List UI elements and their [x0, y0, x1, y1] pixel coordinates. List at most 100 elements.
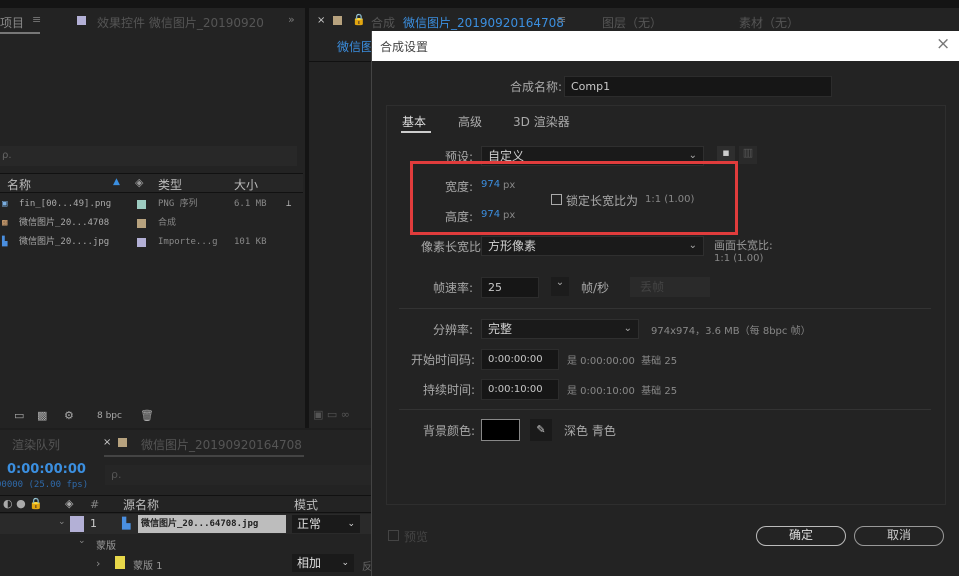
- delete-preset-icon[interactable]: ▥: [739, 146, 757, 164]
- mask-color-swatch[interactable]: [115, 556, 125, 569]
- tab-timeline-comp[interactable]: 微信图片_20190920164708: [141, 436, 302, 453]
- pixel-aspect-select[interactable]: 方形像素 ⌄: [481, 236, 704, 256]
- sort-ascending-icon[interactable]: ▲: [113, 177, 120, 187]
- expand-chevron-icon[interactable]: ›: [96, 557, 100, 570]
- resolution-select[interactable]: 完整 ⌄: [481, 319, 639, 339]
- frame-rate-input[interactable]: 25: [481, 277, 539, 298]
- height-label: 高度:: [444, 210, 473, 224]
- expand-chevron-icon[interactable]: ⌄: [78, 536, 86, 546]
- chevron-down-icon: ⌄: [341, 558, 349, 568]
- frame-aspect-label: 画面长宽比:: [714, 239, 773, 252]
- start-timecode-info: 是 0:00:00:00 基础 25: [567, 356, 678, 367]
- label-swatch: [137, 219, 146, 228]
- close-icon[interactable]: ×: [317, 15, 325, 26]
- tab-layer[interactable]: 图层（无）: [602, 14, 662, 31]
- project-footer: ▭ ▩ ⚙ 8 bpc 🗑: [0, 409, 160, 425]
- panel-menu-icon[interactable]: ≡: [557, 13, 566, 26]
- flowchart-icon[interactable]: ⊥: [286, 195, 291, 214]
- drop-frame-select[interactable]: 丢帧: [630, 277, 710, 297]
- comp-name-tab[interactable]: 微信图片_20190920164708: [403, 14, 564, 31]
- height-unit: px: [503, 210, 516, 221]
- lock-aspect-checkbox[interactable]: [551, 194, 562, 205]
- expand-chevron-icon[interactable]: ⌄: [58, 517, 66, 527]
- frame-rate-label: 帧速率:: [432, 281, 473, 295]
- tab-project[interactable]: 项目: [0, 14, 24, 31]
- tab-footage[interactable]: 素材（无）: [739, 14, 799, 31]
- background-color-label: 背景颜色:: [422, 424, 475, 438]
- eyedropper-icon[interactable]: ✎: [530, 419, 552, 441]
- preview-label: 预览: [404, 530, 429, 544]
- width-value[interactable]: 974: [481, 179, 500, 190]
- project-columns-header: 名称 ▲ ◈ 类型 大小: [0, 173, 303, 193]
- timeline-search-input[interactable]: ρ.: [105, 465, 371, 485]
- frame-rate-dropdown[interactable]: ⌄: [551, 277, 569, 296]
- label-tag-icon[interactable]: ◈: [135, 176, 143, 189]
- background-color-name: 深色 青色: [564, 424, 616, 438]
- column-source-name[interactable]: 源名称: [123, 496, 159, 513]
- list-item[interactable]: ▩ 微信图片_20...4708 合成: [0, 214, 303, 233]
- current-time[interactable]: 0:00:00:00: [7, 462, 86, 477]
- lock-aspect-label: 锁定长宽比为: [566, 194, 639, 208]
- layer-name[interactable]: 微信图片_20...64708.jpg: [138, 515, 286, 533]
- cancel-button[interactable]: 取消: [854, 526, 944, 546]
- comp-name-input[interactable]: Comp1: [564, 76, 832, 97]
- column-mode[interactable]: 模式: [294, 496, 318, 513]
- column-size[interactable]: 大小: [234, 176, 258, 193]
- blend-mode-select[interactable]: 正常 ⌄: [292, 515, 360, 533]
- interpret-footage-icon[interactable]: ⚙: [64, 409, 74, 422]
- tab-composition[interactable]: 合成: [371, 14, 395, 31]
- project-panel: 项目 ≡ 效果控件 微信图片_20190920 » ρ. 名称 ▲ ◈ 类型 大…: [0, 8, 305, 428]
- list-item[interactable]: ▙ 微信图片_20....jpg Importe...g 101 KB: [0, 233, 303, 252]
- close-icon[interactable]: ×: [103, 437, 111, 448]
- bit-depth-button[interactable]: 8 bpc: [97, 411, 122, 421]
- top-strip: [0, 0, 959, 8]
- resolution-info: 974x974，3.6 MB（每 8bpc 帧）: [651, 326, 811, 337]
- mask-mode-value: 相加: [297, 556, 322, 570]
- mask-name[interactable]: 蒙版 1: [133, 557, 163, 572]
- preview-checkbox[interactable]: [388, 530, 399, 541]
- project-search-input[interactable]: ρ.: [0, 146, 297, 166]
- list-item[interactable]: ▣ fin_[00...49].png PNG 序列 6.1 MB ⊥: [0, 195, 303, 214]
- settings-group: 基本 高级 3D 渲染器 预设: 自定义 ⌄ ▪ ▥ 宽度: 974 px 高度:…: [386, 105, 946, 505]
- image-file-icon: ▙: [122, 517, 131, 530]
- start-timecode-label: 开始时间码:: [410, 353, 475, 367]
- new-comp-icon[interactable]: ▩: [37, 409, 47, 422]
- tab-basic[interactable]: 基本: [402, 113, 426, 130]
- tab-effects-controls[interactable]: 效果控件 微信图片_20190920: [97, 14, 265, 31]
- height-value[interactable]: 974: [481, 209, 500, 220]
- overflow-icon[interactable]: »: [288, 13, 295, 26]
- mask-mode-select[interactable]: 相加 ⌄: [292, 554, 354, 572]
- background-color-swatch[interactable]: [481, 419, 520, 441]
- comp-subtab[interactable]: 微信图: [337, 38, 373, 55]
- column-name[interactable]: 名称: [7, 176, 31, 193]
- ok-button[interactable]: 确定: [756, 526, 846, 546]
- duration-input[interactable]: 0:00:10:00: [481, 379, 559, 400]
- label-tag-icon: ◈: [65, 497, 74, 510]
- close-icon[interactable]: ×: [936, 34, 950, 54]
- mask-group-label[interactable]: 蒙版: [96, 537, 116, 552]
- trash-icon[interactable]: 🗑: [140, 409, 154, 422]
- label-swatch: [77, 16, 86, 25]
- composition-icon: ▩: [2, 218, 8, 228]
- start-timecode-input[interactable]: 0:00:00:00: [481, 349, 559, 370]
- dialog-title: 合成设置: [380, 40, 429, 54]
- tab-underline: [0, 32, 40, 34]
- new-folder-icon[interactable]: ▭: [14, 409, 24, 422]
- column-type[interactable]: 类型: [158, 176, 182, 193]
- divider: [399, 409, 931, 410]
- label-swatch[interactable]: [70, 516, 84, 532]
- tab-advanced[interactable]: 高级: [458, 113, 482, 130]
- blend-mode-value: 正常: [297, 517, 322, 531]
- lock-icon[interactable]: 🔒: [352, 13, 366, 26]
- tab-render-queue[interactable]: 渲染队列: [12, 436, 60, 453]
- layer-row[interactable]: ⌄ 1 ▙ 微信图片_20...64708.jpg 正常 ⌄: [0, 514, 371, 534]
- width-label: 宽度:: [444, 180, 473, 194]
- drop-frame-value: 丢帧: [640, 280, 665, 294]
- divider: [309, 61, 371, 62]
- viewer-controls-icons[interactable]: ▣ ▭ ∞: [313, 408, 350, 421]
- comp-name-label: 合成名称:: [509, 80, 562, 94]
- tab-3d-renderer[interactable]: 3D 渲染器: [513, 113, 570, 130]
- panel-menu-icon[interactable]: ≡: [32, 13, 41, 26]
- chevron-down-icon: ⌄: [688, 240, 697, 251]
- resolution-label: 分辨率:: [432, 323, 473, 337]
